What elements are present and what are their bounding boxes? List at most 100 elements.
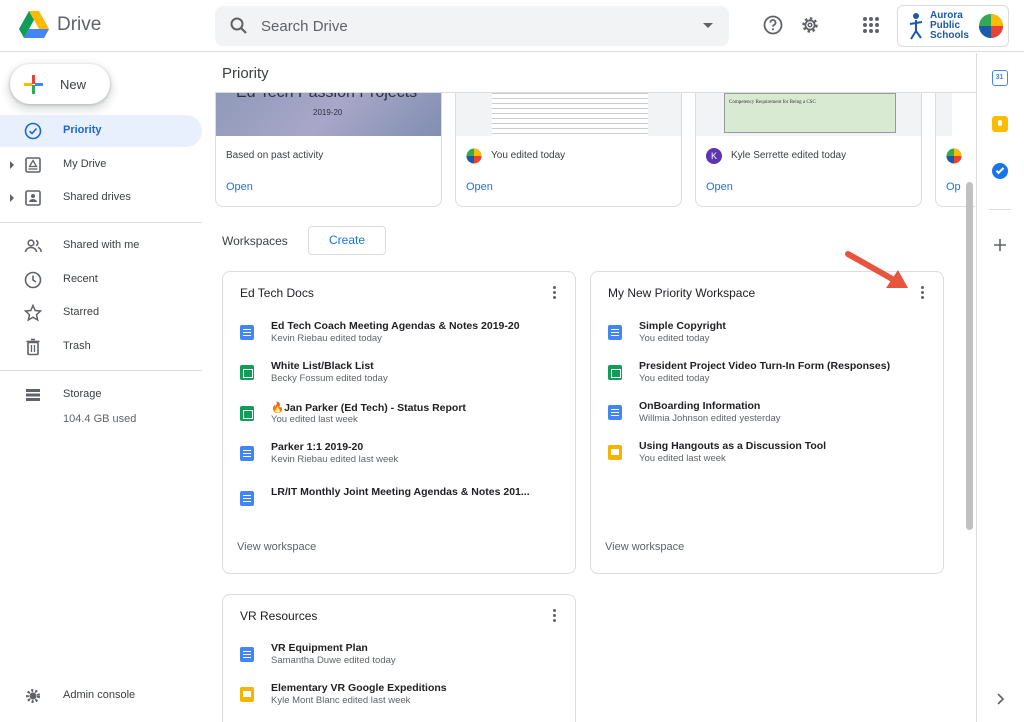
search-icon[interactable] <box>229 16 249 36</box>
workspace-file-row[interactable]: Elementary VR Google Expeditions Kyle Mo… <box>240 682 560 714</box>
calendar-icon[interactable]: 31 <box>992 70 1008 86</box>
workspace-file-row[interactable]: Simple Copyright You edited today <box>608 320 928 352</box>
storage-used-text: 104.4 GB used <box>63 413 137 425</box>
workspace-file-row[interactable]: VR Equipment Plan Samantha Duwe edited t… <box>240 642 560 674</box>
plus-icon <box>24 75 43 94</box>
more-options-icon[interactable] <box>915 285 929 301</box>
scrollbar-thumb[interactable] <box>966 182 973 530</box>
google-sheet-icon <box>240 365 254 380</box>
google-doc-icon <box>608 405 622 420</box>
workspace-file-row[interactable]: Ed Tech Coach Meeting Agendas & Notes 20… <box>240 320 560 352</box>
workspace-card[interactable]: My New Priority Workspace Simple Copyrig… <box>590 271 944 574</box>
view-workspace-link[interactable]: View workspace <box>605 541 684 553</box>
thumbnail-subtitle: 2019-20 <box>313 108 343 117</box>
thumbnail-title: Ed Tech Passion Projects <box>236 93 417 102</box>
file-name: President Project Video Turn-In Form (Re… <box>639 360 891 372</box>
sidebar-item-my-drive[interactable]: My Drive <box>0 149 202 181</box>
file-name: OnBoarding Information <box>639 400 761 412</box>
sidebar-item-recent[interactable]: Recent <box>0 264 202 296</box>
workspace-file-row[interactable]: Parker 1:1 2019-20 Kevin Riebau edited l… <box>240 441 560 473</box>
search-input[interactable] <box>261 14 681 38</box>
expand-arrow-icon[interactable] <box>10 194 14 202</box>
search-bar[interactable] <box>215 6 729 46</box>
sidebar-item-label: Starred <box>63 306 100 318</box>
open-link[interactable]: Open <box>706 181 733 193</box>
suggested-file-card[interactable]: Competency Requirement for Being a CSC K… <box>695 93 922 207</box>
file-name: 🔥Jan Parker (Ed Tech) - Status Report <box>271 402 466 414</box>
google-doc-icon <box>240 325 254 340</box>
open-link[interactable]: Op <box>946 181 961 193</box>
file-activity: Kevin Riebau edited today <box>271 333 382 344</box>
file-thumbnail <box>936 93 975 136</box>
sidebar-item-admin-console[interactable]: Admin console <box>0 680 202 712</box>
shared-drives-icon <box>25 190 41 206</box>
sidebar-item-trash[interactable]: Trash <box>0 331 202 363</box>
settings-gear-icon[interactable] <box>799 14 821 36</box>
trash-icon <box>26 338 40 356</box>
open-link[interactable]: Open <box>226 181 253 193</box>
priority-icon <box>24 122 42 140</box>
page-title: Priority <box>222 65 269 82</box>
expand-arrow-icon[interactable] <box>10 161 14 169</box>
google-doc-icon <box>240 446 254 461</box>
sidebar-item-priority[interactable]: Priority <box>0 115 202 147</box>
workspace-card[interactable]: VR Resources VR Equipment Plan Samantha … <box>222 594 576 722</box>
file-thumbnail: Competency Requirement for Being a CSC <box>696 93 921 136</box>
more-options-icon[interactable] <box>547 285 561 301</box>
workspace-file-row[interactable]: Using Hangouts as a Discussion Tool You … <box>608 440 928 472</box>
user-avatar-icon <box>946 148 962 164</box>
add-addon-icon[interactable] <box>992 237 1008 253</box>
view-workspace-link[interactable]: View workspace <box>237 541 316 553</box>
rail-divider <box>989 209 1011 210</box>
sidebar-item-label: Admin console <box>63 689 136 701</box>
new-button[interactable]: New <box>10 64 110 104</box>
keep-icon[interactable] <box>992 116 1008 132</box>
sidebar-item-storage[interactable]: Storage <box>0 379 202 411</box>
file-activity: Becky Fossum edited today <box>271 373 388 384</box>
workspace-file-row[interactable]: 🔥Jan Parker (Ed Tech) - Status Report Yo… <box>240 401 560 433</box>
account-switcher[interactable]: Aurora Public Schools <box>897 5 1009 47</box>
account-avatar-icon[interactable] <box>978 13 1004 39</box>
side-panel-rail: 31 <box>976 53 1024 722</box>
new-button-label: New <box>60 77 87 92</box>
sidebar-item-label: Recent <box>63 273 98 285</box>
suggested-file-card[interactable]: You edited today Open <box>455 93 682 207</box>
workspace-file-row[interactable]: LR/IT Monthly Joint Meeting Agendas & No… <box>240 486 560 518</box>
tasks-icon[interactable] <box>992 163 1008 179</box>
google-sheet-icon <box>240 406 254 421</box>
file-name: VR Equipment Plan <box>271 642 368 654</box>
shared-with-me-icon <box>24 239 42 253</box>
apps-grid-icon[interactable] <box>860 14 882 36</box>
file-thumbnail <box>456 93 681 136</box>
search-options-icon[interactable] <box>703 23 713 28</box>
workspace-file-row[interactable]: White List/Black List Becky Fossum edite… <box>240 360 560 392</box>
file-activity: Willmia Johnson edited yesterday <box>639 413 781 424</box>
chevron-right-icon[interactable] <box>992 691 1008 707</box>
sidebar-item-shared-drives[interactable]: Shared drives <box>0 182 202 214</box>
app-name[interactable]: Drive <box>57 14 101 36</box>
file-activity: Samantha Duwe edited today <box>271 655 396 666</box>
file-name: White List/Black List <box>271 360 374 372</box>
user-avatar-icon <box>466 148 482 164</box>
google-doc-icon <box>240 491 254 506</box>
suggested-file-card[interactable]: Ed Tech Passion Projects 2019-20 Based o… <box>215 93 442 207</box>
file-thumbnail: Ed Tech Passion Projects 2019-20 <box>216 93 441 136</box>
workspace-file-row[interactable]: OnBoarding Information Willmia Johnson e… <box>608 400 928 432</box>
sidebar-item-label: Trash <box>63 340 91 352</box>
sidebar-item-shared-with-me[interactable]: Shared with me <box>0 230 202 262</box>
sidebar-item-label: Storage <box>63 388 102 400</box>
card-activity-text: Kyle Serrette edited today <box>731 150 847 161</box>
file-activity: You edited today <box>639 373 710 384</box>
top-bar: Drive Aurora Public Schools <box>0 0 1024 52</box>
file-activity: Kevin Riebau edited last week <box>271 454 399 465</box>
drive-logo-icon[interactable] <box>18 10 50 40</box>
help-icon[interactable] <box>762 14 784 36</box>
create-workspace-button[interactable]: Create <box>308 226 386 255</box>
clock-icon <box>24 271 42 289</box>
open-link[interactable]: Open <box>466 181 493 193</box>
more-options-icon[interactable] <box>547 608 561 624</box>
workspace-card[interactable]: Ed Tech Docs Ed Tech Coach Meeting Agend… <box>222 271 576 574</box>
workspace-file-row[interactable]: President Project Video Turn-In Form (Re… <box>608 360 928 392</box>
org-name: Aurora Public Schools <box>930 10 969 41</box>
sidebar-item-starred[interactable]: Starred <box>0 297 202 329</box>
